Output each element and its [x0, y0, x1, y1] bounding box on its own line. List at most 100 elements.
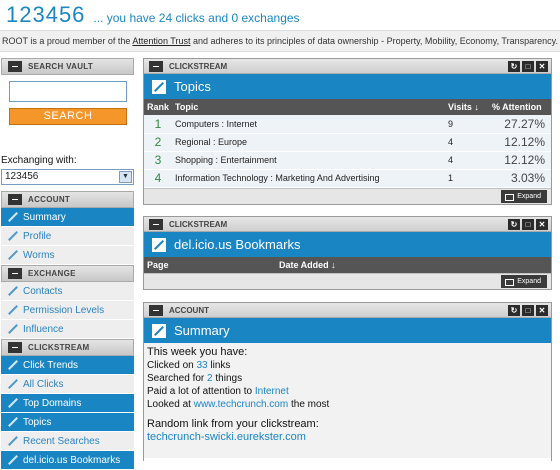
pencil-icon — [8, 455, 18, 465]
table-row[interactable]: 1 Computers : Internet 9 27.27% — [144, 115, 551, 134]
summary-text: Searched for — [147, 373, 208, 384]
column-header-rank[interactable]: Rank — [144, 99, 173, 115]
sidebar-item-topics[interactable]: Topics — [1, 413, 134, 432]
maximize-icon[interactable]: □ — [522, 60, 534, 72]
table-row[interactable]: 4 Information Technology : Marketing And… — [144, 169, 551, 188]
panel-title: del.icio.us Bookmarks — [144, 232, 551, 257]
close-icon[interactable]: ✕ — [536, 304, 548, 316]
sidebar-item-label: All Clicks — [23, 378, 64, 390]
minimize-icon[interactable] — [8, 61, 22, 72]
sidebar-item-permission-levels[interactable]: Permission Levels — [1, 301, 134, 320]
expand-button[interactable]: Expand — [501, 275, 547, 288]
summary-text: the most — [288, 399, 330, 410]
window-controls: ↻ □ ✕ — [508, 60, 548, 72]
sidebar-item-worms[interactable]: Worms — [1, 246, 134, 265]
maximize-icon[interactable]: □ — [522, 304, 534, 316]
topic-cell[interactable]: Shopping : Entertainment — [172, 151, 445, 170]
minimize-icon[interactable] — [8, 194, 22, 205]
panel-header: CLICKSTREAM ↻ □ ✕ — [144, 59, 551, 74]
column-header-topic[interactable]: Topic — [172, 99, 445, 115]
attention-cell: 12.12% — [489, 133, 551, 152]
expand-button[interactable]: Expand — [501, 189, 547, 203]
sidebar-item-label: Topics — [23, 416, 52, 428]
summary-text: Paid a lot of attention to — [147, 386, 255, 397]
sidebar-item-top-domains[interactable]: Top Domains — [1, 394, 134, 413]
minimize-icon[interactable] — [8, 268, 22, 279]
bookmarks-table: Page Date Added ↓ — [144, 257, 551, 273]
refresh-icon[interactable]: ↻ — [508, 304, 520, 316]
visits-cell: 4 — [445, 151, 489, 170]
summary-text: links — [207, 360, 231, 371]
page-header: 123456 ... you have 24 clicks and 0 exch… — [0, 0, 560, 30]
attention-cell: 27.27% — [489, 115, 551, 134]
summary-line-clicks: Clicked on 33 links — [147, 359, 548, 372]
table-row[interactable]: 3 Shopping : Entertainment 4 12.12% — [144, 151, 551, 170]
sidebar-item-label: Contacts — [23, 285, 63, 297]
visits-cell: 1 — [445, 169, 489, 188]
close-icon[interactable]: ✕ — [536, 60, 548, 72]
pencil-icon — [8, 398, 18, 408]
close-icon[interactable]: ✕ — [536, 218, 548, 230]
account-header: ACCOUNT — [1, 191, 134, 208]
pencil-icon — [152, 237, 166, 252]
pencil-icon — [152, 323, 166, 338]
pencil-icon — [8, 324, 18, 334]
sidebar-item-influence[interactable]: Influence — [1, 320, 134, 339]
minimize-icon[interactable] — [8, 342, 22, 353]
sidebar-item-label: Summary — [23, 211, 66, 223]
topic-cell[interactable]: Information Technology : Marketing And A… — [172, 169, 445, 188]
attention-trust-link[interactable]: Attention Trust — [132, 36, 190, 46]
minimize-icon[interactable] — [149, 218, 163, 230]
column-header-visits[interactable]: Visits ↓ — [445, 99, 489, 115]
search-input[interactable] — [9, 81, 127, 102]
column-header-attention[interactable]: % Attention — [489, 99, 551, 115]
sidebar-item-click-trends[interactable]: Click Trends — [1, 356, 134, 375]
top-site-link[interactable]: www.techcrunch.com — [194, 399, 288, 410]
window-controls: ↻ □ ✕ — [508, 304, 548, 316]
panel-footer: Expand — [144, 187, 551, 204]
clicks-count[interactable]: 33 — [196, 360, 207, 371]
chevron-down-icon[interactable]: ▼ — [119, 171, 132, 183]
summary-panel: ACCOUNT ↻ □ ✕ Summary This week you have… — [143, 302, 552, 461]
sidebar-item-all-clicks[interactable]: All Clicks — [1, 375, 134, 394]
attention-cell: 12.12% — [489, 151, 551, 170]
rank-cell: 3 — [144, 151, 173, 170]
sidebar-item-label: Worms — [23, 249, 55, 261]
sidebar-item-summary[interactable]: Summary — [1, 208, 134, 227]
search-button[interactable]: SEARCH — [9, 108, 127, 125]
pencil-icon — [8, 286, 18, 296]
search-vault-title: SEARCH VAULT — [28, 62, 94, 71]
topic-cell[interactable]: Regional : Europe — [172, 133, 445, 152]
maximize-icon[interactable]: □ — [522, 218, 534, 230]
table-row[interactable]: 2 Regional : Europe 4 12.12% — [144, 133, 551, 152]
site-id: 123456 — [6, 2, 86, 27]
minimize-icon[interactable] — [149, 60, 163, 72]
clickstream-title: CLICKSTREAM — [28, 343, 90, 352]
sidebar-item-contacts[interactable]: Contacts — [1, 282, 134, 301]
member-text-pre: ROOT is a proud member of the — [2, 36, 133, 46]
refresh-icon[interactable]: ↻ — [508, 218, 520, 230]
exchanging-with-select[interactable]: 123456 ▼ — [1, 169, 134, 185]
minimize-icon[interactable] — [149, 304, 163, 316]
column-header-date-added[interactable]: Date Added ↓ — [276, 257, 551, 273]
panel-header: ACCOUNT ↻ □ ✕ — [144, 303, 551, 318]
sidebar-item-label: Influence — [23, 323, 64, 335]
sidebar-item-profile[interactable]: Profile — [1, 227, 134, 246]
summary-text: things — [212, 373, 243, 384]
header-subtitle: ... you have 24 clicks and 0 exchanges — [93, 11, 300, 25]
refresh-icon[interactable]: ↻ — [508, 60, 520, 72]
topic-cell[interactable]: Computers : Internet — [172, 115, 445, 134]
pencil-icon — [8, 417, 18, 427]
column-header-page[interactable]: Page — [144, 257, 276, 273]
sidebar-item-label: del.icio.us Bookmarks — [23, 454, 121, 466]
pencil-icon — [8, 231, 18, 241]
sidebar-item-recent-searches[interactable]: Recent Searches — [1, 432, 134, 451]
sidebar-item-label: Permission Levels — [23, 304, 105, 316]
random-link[interactable]: techcrunch-swicki.eurekster.com — [147, 431, 548, 444]
search-vault-header: SEARCH VAULT — [1, 58, 134, 75]
panel-title: Topics — [144, 74, 551, 99]
top-topic-link[interactable]: Internet — [255, 386, 289, 397]
panel-footer: Expand — [144, 273, 551, 289]
panel-title: Summary — [144, 318, 551, 343]
sidebar-item-label: Recent Searches — [23, 435, 100, 447]
